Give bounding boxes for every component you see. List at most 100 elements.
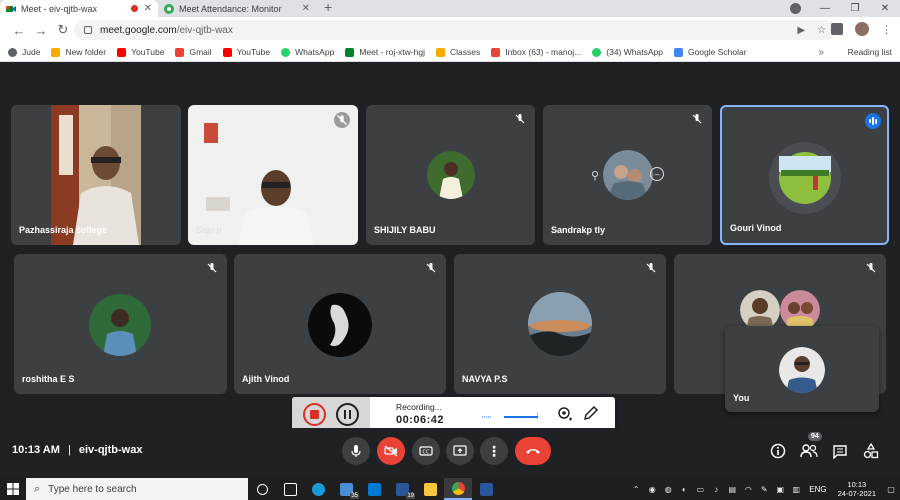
cortana-button[interactable]: [248, 478, 276, 500]
tray-app-icon[interactable]: ▭: [692, 485, 708, 494]
participants-button[interactable]: [799, 441, 819, 461]
tray-app-icon[interactable]: ▥: [788, 485, 804, 494]
activities-button[interactable]: [861, 441, 881, 461]
pause-recording-button[interactable]: [336, 403, 359, 426]
taskbar-clock[interactable]: 10:13 24-07-2021: [832, 480, 882, 498]
bookmark-new-folder[interactable]: New folder: [51, 47, 106, 57]
reading-list-button[interactable]: Reading list: [848, 47, 892, 57]
address-bar[interactable]: meet.google.com/eiv-qjtb-wax ▶ ☆: [74, 20, 836, 40]
taskbar-app-2[interactable]: 35: [332, 478, 360, 500]
lock-icon[interactable]: [84, 26, 92, 34]
audio-level-indicator: [482, 413, 538, 419]
pin-icon[interactable]: ⚲: [591, 169, 599, 182]
remove-participant-icon[interactable]: –: [650, 167, 664, 181]
participant-tile-gouri[interactable]: Gouri Vinod: [720, 105, 889, 245]
webcam-icon[interactable]: [556, 406, 572, 422]
store-icon: [367, 482, 381, 496]
cortana-circle-icon: [256, 483, 268, 495]
tray-app-icon[interactable]: ◍: [660, 485, 676, 494]
tab-attendance[interactable]: Meet Attendance: Monitor ✕: [158, 0, 316, 17]
camera-in-use-icon[interactable]: ▶: [797, 25, 805, 36]
bookmark-jude[interactable]: Jude: [8, 47, 40, 57]
show-hidden-icons[interactable]: ⌃: [628, 485, 644, 494]
taskbar-calendar[interactable]: 19: [388, 478, 416, 500]
tab-strip: Meet - eiv-qjtb-wax ✕ Meet Attendance: M…: [0, 0, 900, 17]
recording-status: Recording...: [396, 402, 442, 412]
extensions-icon[interactable]: [831, 23, 843, 35]
mic-off-icon: [692, 114, 702, 124]
bookmark-star-icon[interactable]: ☆: [817, 25, 826, 36]
bookmark-youtube-2[interactable]: YouTube: [222, 47, 270, 57]
browser-toolbar: ← → ↻ meet.google.com/eiv-qjtb-wax ▶ ☆ ⋮: [0, 17, 900, 43]
camera-button[interactable]: [377, 437, 405, 465]
back-icon[interactable]: ←: [8, 23, 30, 38]
participant-tile-sandrakp[interactable]: ⚲ – Sandrakp tly: [543, 105, 712, 245]
participant-tile-roshitha[interactable]: roshitha E S: [14, 254, 227, 394]
pen-annotate-icon[interactable]: [583, 405, 599, 421]
bookmark-youtube[interactable]: YouTube: [117, 47, 164, 57]
participant-tile-saju[interactable]: Saju p: [188, 105, 358, 245]
participant-avatar: [308, 293, 372, 357]
more-bookmarks-icon[interactable]: »: [818, 47, 824, 58]
profile-avatar[interactable]: [855, 22, 869, 36]
task-view-button[interactable]: [276, 478, 304, 500]
tray-app-icon[interactable]: ◉: [644, 485, 660, 494]
forward-icon[interactable]: →: [30, 23, 52, 38]
present-now-button[interactable]: [446, 437, 474, 465]
reload-icon[interactable]: ↻: [52, 22, 74, 38]
bookmark-classes[interactable]: Classes: [435, 47, 480, 57]
tray-app-icon[interactable]: ▤: [724, 485, 740, 494]
participant-tile-ajith[interactable]: Ajith Vinod: [234, 254, 446, 394]
participant-tile-navya[interactable]: NAVYA P.S: [454, 254, 666, 394]
participant-name: Ajith Vinod: [242, 374, 290, 384]
bookmark-inbox[interactable]: Inbox (63) - manoj...: [491, 47, 581, 57]
speaking-indicator-icon: [865, 113, 881, 129]
participant-avatar: [427, 151, 475, 199]
pen-icon[interactable]: ✎: [756, 485, 772, 494]
volume-icon[interactable]: ♪: [708, 485, 724, 494]
leave-call-button[interactable]: [515, 437, 551, 465]
self-view-tile[interactable]: You: [725, 326, 879, 412]
tray-app-icon[interactable]: ◐: [676, 485, 692, 494]
stop-recording-button[interactable]: [303, 403, 326, 426]
close-tab-icon[interactable]: ✕: [144, 3, 152, 14]
participant-avatar: [603, 150, 653, 200]
taskbar-edge[interactable]: [304, 478, 332, 500]
more-options-button[interactable]: ⋮: [480, 437, 508, 465]
close-window-icon[interactable]: ✕: [870, 3, 900, 14]
close-tab-icon[interactable]: ✕: [302, 3, 310, 14]
kebab-menu-icon[interactable]: ⋮: [881, 23, 892, 36]
microphone-button[interactable]: [342, 437, 370, 465]
tab-meet[interactable]: Meet - eiv-qjtb-wax ✕: [0, 0, 158, 17]
taskbar-chrome[interactable]: [444, 478, 472, 500]
mic-off-icon: [334, 112, 350, 128]
info-icon: [770, 443, 786, 459]
whatsapp-icon: [592, 47, 602, 57]
taskbar-store[interactable]: [360, 478, 388, 500]
chat-button[interactable]: [830, 441, 850, 461]
language-indicator[interactable]: ENG: [804, 485, 831, 494]
bookmark-google-scholar[interactable]: Google Scholar: [673, 47, 747, 57]
captions-button[interactable]: CC: [412, 437, 440, 465]
participant-tile-pazhassiraja[interactable]: Pazhassiraja college: [11, 105, 181, 245]
classroom-icon: [435, 47, 445, 57]
calendar-badge: 19: [406, 493, 415, 499]
tab-search-icon[interactable]: [790, 3, 801, 14]
taskbar-file-explorer[interactable]: [416, 478, 444, 500]
bookmark-meet[interactable]: Meet - roj-xtw-hgj: [345, 47, 425, 57]
taskbar-word[interactable]: [472, 478, 500, 500]
notifications-icon[interactable]: ▢: [882, 485, 900, 494]
bookmark-whatsapp-2[interactable]: (34) WhatsApp: [592, 47, 663, 57]
meeting-details-button[interactable]: [768, 441, 788, 461]
taskbar-search[interactable]: ⌕ Type here to search: [26, 478, 248, 500]
new-tab-button[interactable]: +: [316, 0, 340, 17]
participant-tile-shijily[interactable]: SHIJILY BABU: [366, 105, 535, 245]
wifi-icon[interactable]: ◠: [740, 485, 756, 494]
bookmark-gmail[interactable]: Gmail: [175, 47, 212, 57]
tray-app-icon[interactable]: ▣: [772, 485, 788, 494]
bookmark-whatsapp[interactable]: WhatsApp: [281, 47, 334, 57]
start-button[interactable]: [0, 478, 26, 500]
minimize-icon[interactable]: —: [810, 3, 840, 14]
mic-icon: [351, 445, 361, 457]
restore-icon[interactable]: ❐: [840, 3, 870, 14]
